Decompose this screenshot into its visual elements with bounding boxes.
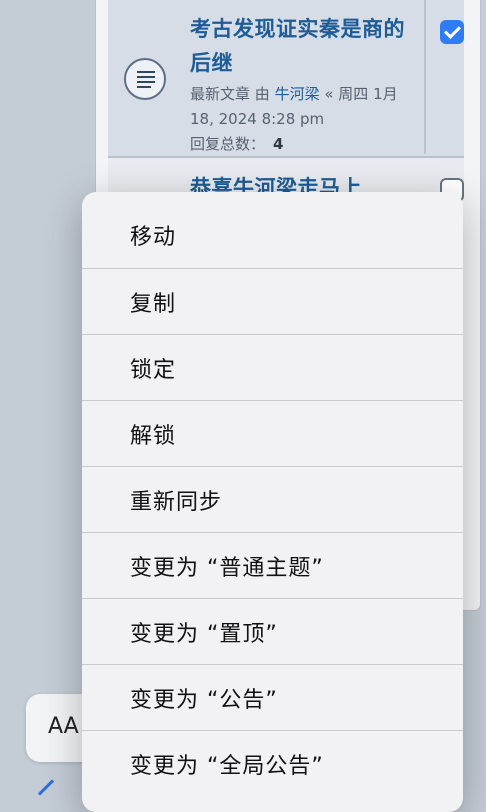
topic-row[interactable]: 考古发现证实秦是商的后继 最新文章 由 牛河梁 « 周四 1月 18, 2024… [108,0,464,158]
menu-item-make-sticky[interactable]: 变更为 “置顶” [82,599,463,665]
topic-read-icon [124,58,166,100]
column-divider [424,0,426,154]
author-link[interactable]: 牛河梁 [275,85,320,103]
text-size-label: AA [48,714,79,739]
topic-row[interactable]: 恭喜牛河梁走马上 [108,158,464,202]
topic-title-link[interactable]: 考古发现证实秦是商的后继 [190,12,422,80]
replies-label: 回复总数： [190,135,266,153]
moderation-action-menu: 移动 复制 锁定 解锁 重新同步 变更为 “普通主题” 变更为 “置顶” 变更为… [82,192,463,812]
back-arrow-icon[interactable] [37,779,55,796]
menu-item-move[interactable]: 移动 [82,192,463,269]
menu-item-make-announcement[interactable]: 变更为 “公告” [82,665,463,731]
menu-item-lock[interactable]: 锁定 [82,335,463,401]
topic-select-checkbox[interactable] [440,20,464,44]
menu-item-unlock[interactable]: 解锁 [82,401,463,467]
menu-item-copy[interactable]: 复制 [82,269,463,335]
replies-count: 4 [273,135,284,153]
last-post-label: 最新文章 由 [190,85,270,103]
menu-item-resync[interactable]: 重新同步 [82,467,463,533]
menu-item-make-global[interactable]: 变更为 “全局公告” [82,731,463,797]
topic-meta: 最新文章 由 牛河梁 « 周四 1月 18, 2024 8:28 pm 回复总数… [190,82,422,157]
menu-item-make-normal[interactable]: 变更为 “普通主题” [82,533,463,599]
